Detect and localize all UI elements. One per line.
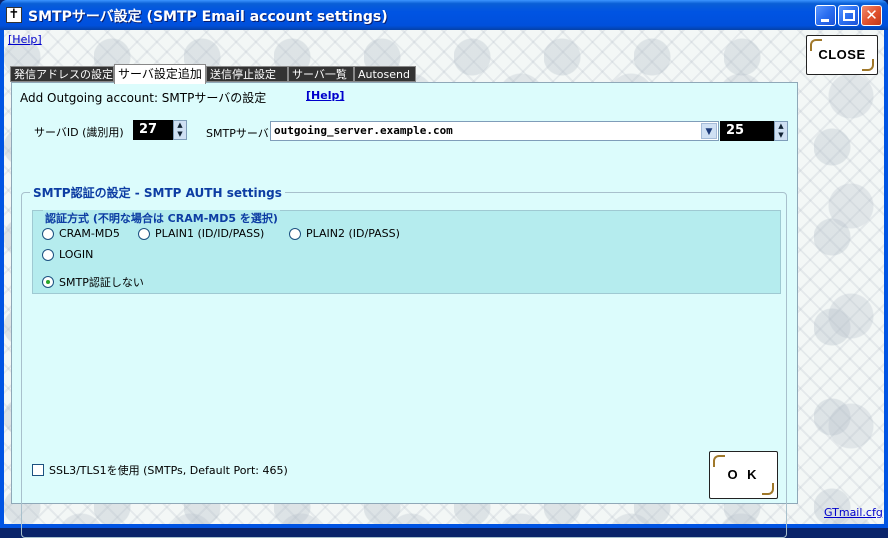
radio-selected-icon [42,276,54,288]
smtp-server-label: SMTPサーバ [206,127,269,140]
smtp-server-combo[interactable]: outgoing_server.example.com ▼ [270,121,719,141]
close-icon: ✕ [865,6,878,24]
radio-cram-md5[interactable]: CRAM-MD5 [42,227,120,240]
title-bar[interactable]: ✝ SMTPサーバ設定 (SMTP Email account settings… [0,0,888,30]
app-window: ✝ SMTPサーバ設定 (SMTP Email account settings… [0,0,888,538]
radio-label: CRAM-MD5 [59,227,120,240]
spin-down-icon: ▼ [778,131,784,139]
window-close-button[interactable]: ✕ [861,5,882,26]
maximize-button[interactable] [838,5,859,26]
radio-no-auth[interactable]: SMTP認証しない [42,274,144,290]
checkbox-icon [32,464,44,476]
ornament-icon [762,483,774,495]
radio-plain1[interactable]: PLAIN1 (ID/ID/PASS) [138,227,264,240]
window-title: SMTPサーバ設定 (SMTP Email account settings) [28,9,388,25]
smtp-server-value: outgoing_server.example.com [274,124,453,137]
radio-label: LOGIN [59,248,94,261]
maximize-icon [843,10,855,21]
auth-method-title: 認証方式 (不明な場合は CRAM-MD5 を選択) [43,210,280,226]
radio-icon [138,227,150,240]
radio-icon [42,227,54,240]
spin-up-icon: ▲ [778,122,784,130]
ssl-label: SSL3/TLS1を使用 (SMTPs, Default Port: 465) [49,464,288,477]
close-button-label: CLOSE [818,47,866,62]
tab-server-list[interactable]: サーバ一覧 [288,66,354,82]
port-input[interactable]: 25 [720,121,774,141]
radio-icon [289,227,301,240]
chevron-down-icon[interactable]: ▼ [701,123,717,139]
radio-label: SMTP認証しない [59,276,144,289]
server-id-input[interactable]: 27 [133,120,173,140]
radio-icon [42,248,54,261]
server-id-spinner[interactable]: ▲ ▼ [173,120,187,140]
tab-sender-address[interactable]: 発信アドレスの設定 [10,66,114,82]
tab-autosend[interactable]: Autosend [354,66,416,82]
auth-method-box: 認証方式 (不明な場合は CRAM-MD5 を選択) CRAM-MD5 PLAI… [32,210,781,294]
close-button[interactable]: CLOSE [806,35,878,75]
top-help-link[interactable]: [Help] [8,33,42,46]
config-file-link[interactable]: GTmail.cfg [824,506,883,519]
radio-label: PLAIN1 (ID/ID/PASS) [155,227,265,240]
ornament-icon [862,59,874,71]
minimize-button[interactable] [815,5,836,26]
client-area: [Help] CLOSE 発信アドレスの設定 サーバ設定追加 送信停止設定 サー… [4,30,884,538]
radio-plain2[interactable]: PLAIN2 (ID/PASS) [289,227,400,240]
spin-down-icon: ▼ [177,130,183,138]
server-id-label: サーバID (識別用) [34,126,124,139]
spin-up-icon: ▲ [177,121,183,129]
radio-login[interactable]: LOGIN [42,248,93,261]
radio-label: PLAIN2 (ID/PASS) [306,227,400,240]
minimize-icon [821,19,829,22]
ornament-icon [810,39,822,51]
tab-add-server[interactable]: サーバ設定追加 [114,64,206,84]
panel-heading: Add Outgoing account: SMTPサーバの設定 [20,91,267,105]
panel-help-link[interactable]: [Help] [306,89,344,102]
ssl-checkbox[interactable]: SSL3/TLS1を使用 (SMTPs, Default Port: 465) [32,462,288,478]
ok-button[interactable]: O K [709,451,778,499]
ok-button-label: O K [727,467,760,482]
cross-icon: ✝ [6,7,22,23]
ornament-icon [713,455,725,467]
settings-panel: Add Outgoing account: SMTPサーバの設定 [Help] … [11,82,798,538]
port-spinner[interactable]: ▲ ▼ [774,121,788,141]
auth-group-title: SMTP認証の設定 - SMTP AUTH settings [30,184,285,201]
tab-stop-sending[interactable]: 送信停止設定 [206,66,288,82]
